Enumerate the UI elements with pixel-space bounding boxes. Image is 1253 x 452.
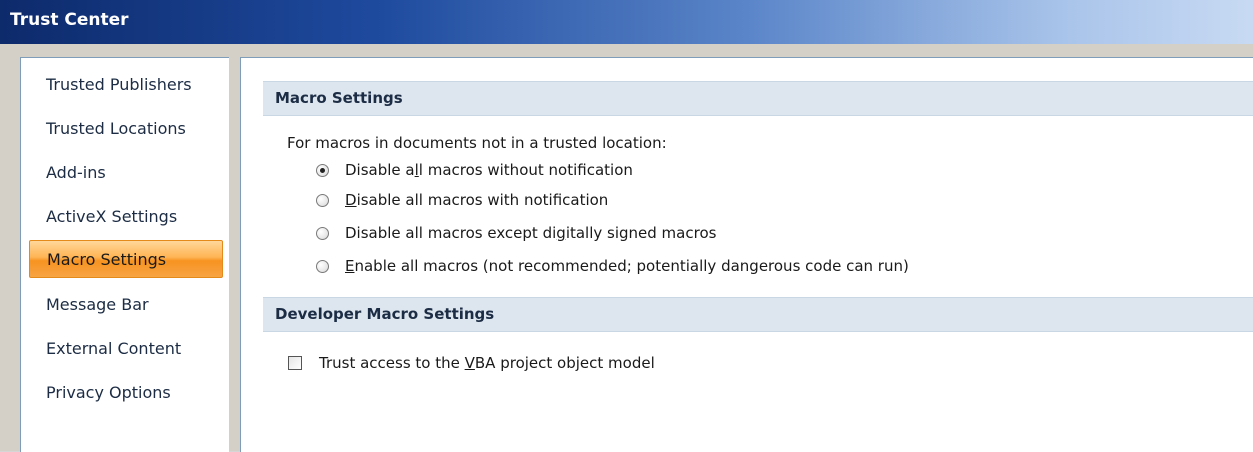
window-title: Trust Center (10, 10, 129, 30)
radio-enable-all-macros[interactable]: Enable all macros (not recommended; pote… (316, 255, 909, 277)
radio-button[interactable] (316, 259, 329, 273)
radio-disable-except-signed[interactable]: Disable all macros except digitally sign… (316, 222, 716, 244)
radio-button[interactable] (316, 193, 329, 207)
radio-button-checked[interactable] (316, 163, 329, 177)
radio-disable-without-notification[interactable]: Disable all macros without notification (316, 159, 633, 181)
radio-button[interactable] (316, 226, 329, 240)
title-bar: Trust Center (0, 0, 1253, 45)
checkbox-label: Trust access to the VBA project object m… (319, 354, 655, 372)
radio-label: Enable all macros (not recommended; pote… (345, 257, 909, 275)
trust-vba-access-checkbox-row[interactable]: Trust access to the VBA project object m… (288, 352, 655, 374)
radio-disable-with-notification[interactable]: Disable all macros with notification (316, 189, 608, 211)
sidebar-item-trusted-publishers[interactable]: Trusted Publishers (29, 66, 223, 104)
sidebar-item-external-content[interactable]: External Content (29, 330, 223, 368)
trust-vba-checkbox[interactable] (288, 356, 302, 370)
developer-macro-settings-header: Developer Macro Settings (263, 297, 1253, 332)
sidebar-item-add-ins[interactable]: Add-ins (29, 154, 223, 192)
macro-settings-header: Macro Settings (263, 81, 1253, 116)
radio-label: Disable all macros with notification (345, 191, 609, 209)
sidebar-item-privacy-options[interactable]: Privacy Options (29, 374, 223, 412)
main-panel: Macro Settings For macros in documents n… (240, 57, 1253, 452)
radio-label: Disable all macros without notification (345, 161, 633, 179)
radio-label: Disable all macros except digitally sign… (345, 224, 717, 242)
sidebar: Trusted Publishers Trusted Locations Add… (20, 57, 229, 452)
macro-description: For macros in documents not in a trusted… (287, 134, 667, 152)
sidebar-item-message-bar[interactable]: Message Bar (29, 286, 223, 324)
sidebar-item-trusted-locations[interactable]: Trusted Locations (29, 110, 223, 148)
sidebar-item-macro-settings[interactable]: Macro Settings (29, 240, 223, 278)
sidebar-item-activex-settings[interactable]: ActiveX Settings (29, 198, 223, 236)
